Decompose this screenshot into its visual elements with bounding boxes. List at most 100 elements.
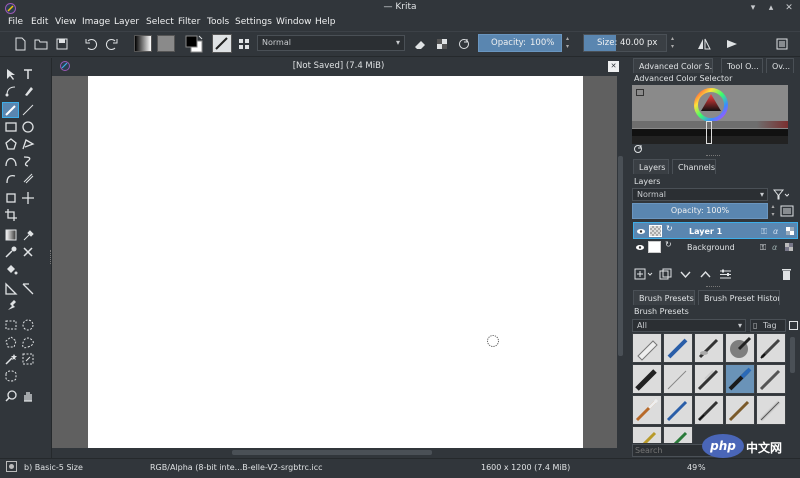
- elliptical-selection-tool-icon[interactable]: [21, 318, 35, 332]
- delete-layer-icon[interactable]: [781, 268, 792, 281]
- tab-advanced-color-selector[interactable]: Advanced Color S...: [633, 58, 713, 73]
- new-document-icon[interactable]: [12, 36, 28, 52]
- similar-color-selection-tool-icon[interactable]: [21, 352, 35, 366]
- size-spin-icon[interactable]: ▴ ▾: [668, 35, 677, 52]
- brush-menu-icon[interactable]: [789, 321, 798, 330]
- freehand-brush-tool-icon[interactable]: [4, 103, 18, 117]
- edit-shapes-tool-icon[interactable]: [4, 84, 18, 98]
- size-slider[interactable]: Size: 40.00 px: [583, 34, 667, 52]
- reload-preset-icon[interactable]: [456, 36, 472, 52]
- brush-tag-button[interactable]: ▯ Tag: [750, 319, 786, 332]
- opacity-spin-icon[interactable]: ▴ ▾: [563, 35, 572, 52]
- redo-icon[interactable]: [104, 36, 120, 52]
- brush-preset-item[interactable]: [694, 364, 724, 394]
- crop-tool-icon[interactable]: [4, 191, 18, 205]
- vertical-scrollbar[interactable]: [617, 76, 625, 448]
- layer-lock-icon[interactable]: ⚿: [761, 223, 767, 240]
- polyline-tool-icon[interactable]: [21, 137, 35, 151]
- color-wheel-icon[interactable]: [693, 87, 729, 123]
- add-layer-icon[interactable]: [634, 268, 654, 281]
- smart-patch-tool-icon[interactable]: [21, 245, 35, 259]
- menu-help[interactable]: Help: [315, 17, 336, 27]
- brush-presets-icon[interactable]: [236, 36, 252, 52]
- menu-image[interactable]: Image: [82, 17, 110, 27]
- rectangle-tool-icon[interactable]: [4, 120, 18, 134]
- menu-tools[interactable]: Tools: [207, 17, 229, 27]
- brush-preset-item[interactable]: [756, 333, 786, 363]
- menu-file[interactable]: File: [8, 17, 23, 27]
- brush-preset-item[interactable]: [756, 364, 786, 394]
- brush-preset-scroll-thumb[interactable]: [790, 337, 795, 373]
- layer-filter-icon[interactable]: [773, 188, 789, 201]
- brush-preset-item[interactable]: [725, 395, 755, 425]
- menu-select[interactable]: Select: [146, 17, 174, 27]
- rectangular-selection-tool-icon[interactable]: [4, 318, 18, 332]
- close-button[interactable]: ✕: [783, 2, 795, 14]
- assistant-tool-icon[interactable]: [4, 282, 18, 296]
- bezier-selection-tool-icon[interactable]: [4, 369, 18, 383]
- polygon-tool-icon[interactable]: [4, 137, 18, 151]
- horizontal-scroll-thumb[interactable]: [232, 450, 432, 455]
- vertical-scroll-thumb[interactable]: [618, 156, 623, 356]
- docker-splitter[interactable]: [706, 155, 720, 157]
- fg-bg-color-icon[interactable]: [184, 34, 204, 53]
- color-slider-handle[interactable]: [706, 121, 712, 144]
- layer-row-layer-1[interactable]: ↻ Layer 1 ⚿ α: [633, 222, 798, 239]
- transform-tool-icon[interactable]: [4, 208, 18, 222]
- refresh-color-icon[interactable]: [633, 144, 643, 154]
- layers-opacity-spin-icon[interactable]: ▴ ▾: [769, 203, 777, 219]
- brush-preset-scrollbar[interactable]: [789, 333, 797, 443]
- measure-tool-icon[interactable]: [21, 282, 35, 296]
- ellipse-tool-icon[interactable]: [21, 120, 35, 134]
- open-folder-icon[interactable]: [33, 36, 49, 52]
- brush-preset-item[interactable]: [694, 333, 724, 363]
- gradient-swatch[interactable]: [134, 35, 152, 52]
- menu-settings[interactable]: Settings: [235, 17, 272, 27]
- mirror-horizontal-icon[interactable]: [696, 36, 712, 52]
- color-selector-settings-icon[interactable]: [636, 89, 644, 96]
- freehand-selection-tool-icon[interactable]: [21, 335, 35, 349]
- brush-preset-item[interactable]: [632, 364, 662, 394]
- layer-visibility-eye-icon[interactable]: [635, 239, 645, 256]
- tab-brush-preset-history[interactable]: Brush Preset History: [698, 290, 780, 305]
- status-zoom[interactable]: 49: [687, 463, 697, 472]
- pattern-swatch[interactable]: [157, 35, 175, 52]
- brush-preset-item-selected[interactable]: [725, 364, 755, 394]
- docker-splitter-2[interactable]: [706, 286, 720, 288]
- horizontal-scrollbar[interactable]: [52, 448, 617, 458]
- reference-images-tool-icon[interactable]: [4, 299, 18, 313]
- brush-preset-item[interactable]: [756, 395, 786, 425]
- layer-properties-icon[interactable]: [719, 268, 732, 281]
- canvas-paper[interactable]: [88, 76, 583, 448]
- multibrush-tool-icon[interactable]: [21, 171, 35, 185]
- layer-row-background[interactable]: ↻ Background ⚿ α: [633, 239, 798, 256]
- undo-icon[interactable]: [83, 36, 99, 52]
- brush-preset-item[interactable]: [694, 395, 724, 425]
- eraser-mode-icon[interactable]: [412, 36, 428, 52]
- color-picker-tool-icon[interactable]: [21, 228, 35, 242]
- tab-layers[interactable]: Layers: [633, 159, 669, 174]
- layer-alpha-lock-icon[interactable]: α: [772, 239, 777, 256]
- layer-lock-icon[interactable]: ⚿: [760, 239, 766, 256]
- brush-preset-item[interactable]: [632, 395, 662, 425]
- bezier-curve-tool-icon[interactable]: [4, 154, 18, 168]
- brush-editor-button[interactable]: [212, 34, 232, 53]
- layer-inherit-alpha-icon[interactable]: [784, 242, 794, 252]
- close-document-button[interactable]: ✕: [608, 61, 619, 72]
- move-layer-down-icon[interactable]: [679, 268, 692, 281]
- fill-tool-icon[interactable]: [4, 262, 18, 276]
- mirror-vertical-icon[interactable]: [724, 36, 740, 52]
- line-tool-icon[interactable]: [21, 103, 35, 117]
- brush-preset-item[interactable]: [663, 364, 693, 394]
- menu-layer[interactable]: Layer: [114, 17, 139, 27]
- text-tool-icon[interactable]: [21, 67, 35, 81]
- colorize-mask-tool-icon[interactable]: [4, 245, 18, 259]
- move-tool-icon[interactable]: [21, 191, 35, 205]
- layers-blend-mode-select[interactable]: Normal ▾: [632, 188, 768, 201]
- brush-preset-item[interactable]: [663, 426, 693, 443]
- tab-brush-presets[interactable]: Brush Presets: [633, 290, 695, 305]
- dynamic-brush-tool-icon[interactable]: [4, 171, 18, 185]
- tab-channels[interactable]: Channels: [672, 159, 716, 174]
- tab-overview[interactable]: Ov...: [766, 58, 794, 73]
- brush-preset-item[interactable]: [663, 333, 693, 363]
